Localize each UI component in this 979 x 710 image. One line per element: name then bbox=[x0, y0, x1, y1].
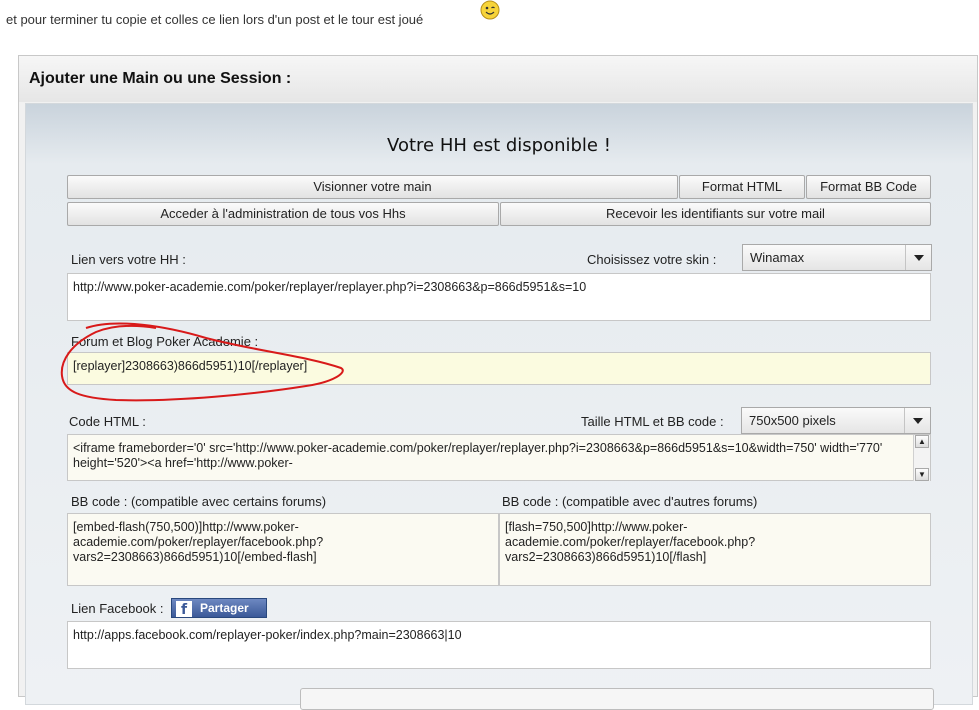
format-bb-button[interactable]: Format BB Code bbox=[806, 175, 931, 199]
share-button-label: Partager bbox=[200, 601, 249, 615]
skin-selected: Winamax bbox=[750, 250, 805, 265]
format-html-button[interactable]: Format HTML bbox=[679, 175, 805, 199]
scroll-down-icon[interactable]: ▼ bbox=[915, 468, 929, 481]
chevron-down-icon bbox=[905, 245, 931, 270]
bb-other-field[interactable]: [flash=750,500]http://www.poker-academie… bbox=[499, 513, 931, 586]
html-code-field[interactable]: <iframe frameborder='0' src='http://www.… bbox=[67, 434, 931, 481]
smiley-icon bbox=[480, 0, 500, 20]
size-select[interactable]: 750x500 pixels bbox=[741, 407, 931, 434]
skin-label: Choisissez votre skin : bbox=[587, 252, 717, 267]
facebook-share-button[interactable]: f Partager bbox=[171, 598, 267, 618]
next-section-edge bbox=[300, 688, 934, 710]
hh-link-label: Lien vers votre HH : bbox=[71, 252, 186, 267]
receive-ids-button[interactable]: Recevoir les identifiants sur votre mail bbox=[500, 202, 931, 226]
hh-link-field[interactable]: http://www.poker-academie.com/poker/repl… bbox=[67, 273, 931, 321]
panel-content: Votre HH est disponible ! Visionner votr… bbox=[25, 103, 973, 710]
add-hand-panel: Ajouter une Main ou une Session : Votre … bbox=[18, 55, 978, 710]
html-code-scrollbar[interactable]: ▲ ▼ bbox=[913, 435, 930, 481]
panel-title: Ajouter une Main ou une Session : bbox=[29, 70, 292, 87]
admin-button[interactable]: Acceder à l'administration de tous vos H… bbox=[67, 202, 499, 226]
bb-other-label: BB code : (compatible avec d'autres foru… bbox=[502, 494, 758, 509]
intro-text: et pour terminer tu copie et colles ce l… bbox=[6, 12, 424, 27]
bb-certain-label: BB code : (compatible avec certains foru… bbox=[71, 494, 327, 509]
facebook-icon: f bbox=[176, 601, 192, 618]
headline: Votre HH est disponible ! bbox=[387, 135, 611, 156]
html-code-text: <iframe frameborder='0' src='http://www.… bbox=[73, 441, 883, 470]
facebook-link-field[interactable]: http://apps.facebook.com/replayer-poker/… bbox=[67, 621, 931, 669]
view-hand-button[interactable]: Visionner votre main bbox=[67, 175, 678, 199]
scroll-up-icon[interactable]: ▲ bbox=[915, 435, 929, 448]
size-selected: 750x500 pixels bbox=[749, 413, 836, 428]
facebook-label: Lien Facebook : bbox=[71, 601, 164, 616]
bb-certain-field[interactable]: [embed-flash(750,500)]http://www.poker-a… bbox=[67, 513, 499, 586]
size-label: Taille HTML et BB code : bbox=[581, 414, 724, 429]
skin-select[interactable]: Winamax bbox=[742, 244, 932, 271]
red-circle-annotation bbox=[60, 322, 344, 402]
chevron-down-icon bbox=[904, 408, 930, 433]
panel-header: Ajouter une Main ou une Session : bbox=[19, 56, 977, 102]
html-code-label: Code HTML : bbox=[69, 414, 146, 429]
